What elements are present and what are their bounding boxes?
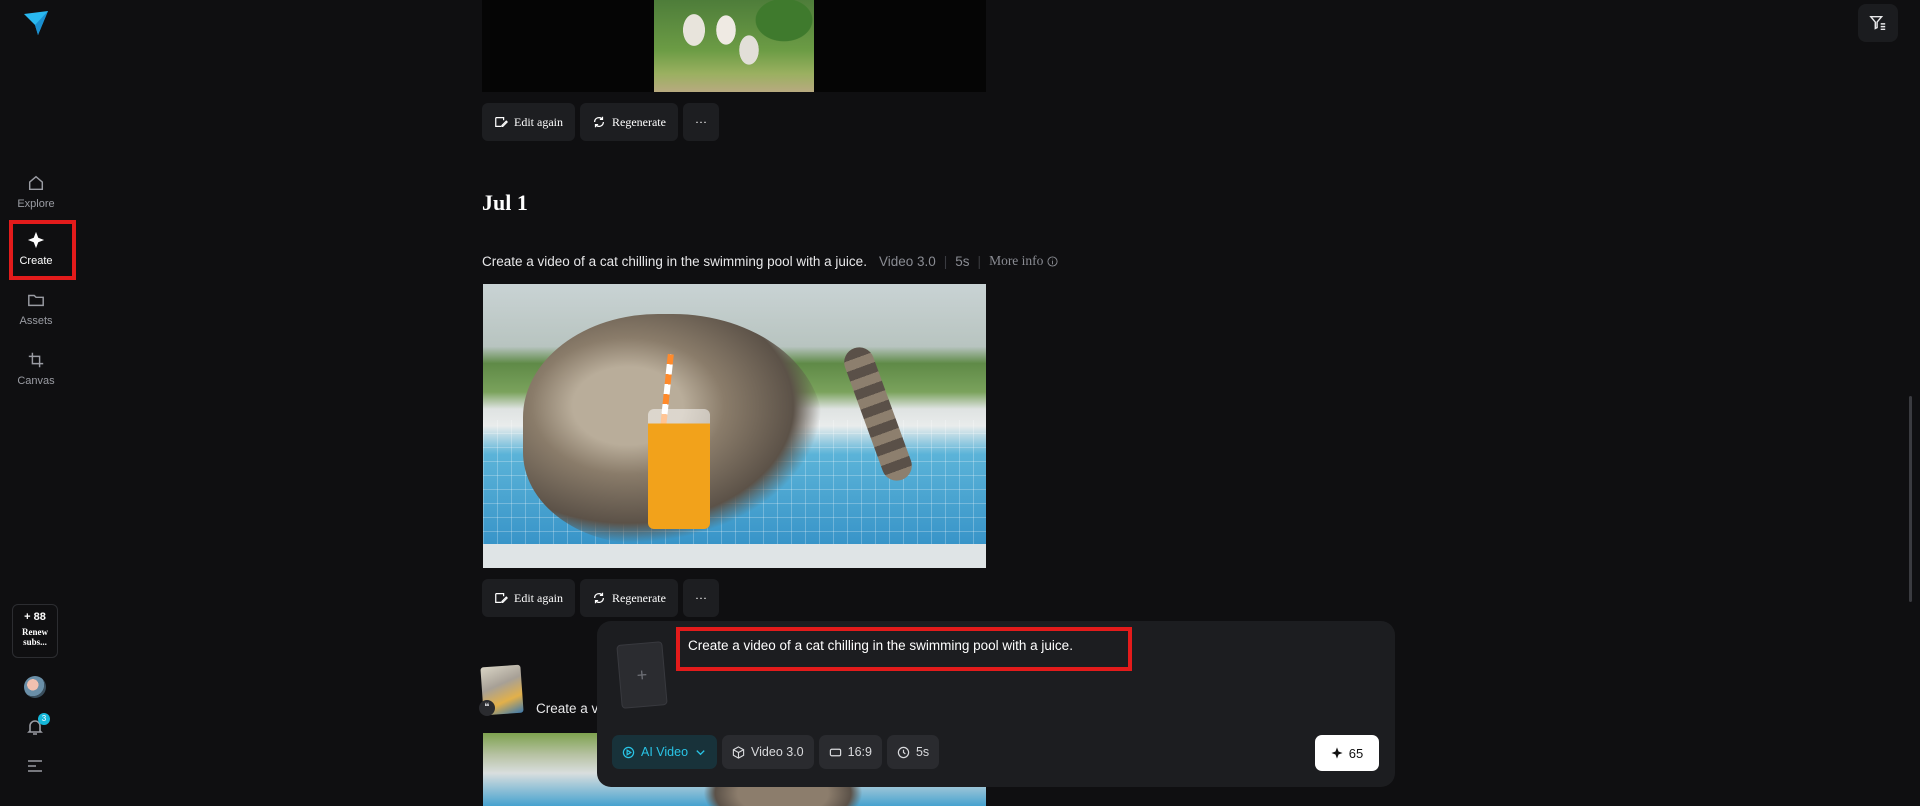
chevron-down-icon bbox=[696, 749, 705, 755]
sidebar-item-explore[interactable]: Explore bbox=[10, 165, 62, 219]
filter-button[interactable] bbox=[1858, 4, 1898, 42]
edit-again-label: Edit again bbox=[514, 590, 563, 605]
sidebar-item-label: Create bbox=[19, 255, 53, 267]
filter-icon bbox=[1869, 15, 1886, 31]
more-info-link[interactable]: More info bbox=[989, 253, 1058, 269]
info-icon bbox=[1047, 255, 1058, 267]
prompt-input[interactable]: Create a video of a cat chilling in the … bbox=[688, 638, 1073, 653]
entry-prompt: Create a v bbox=[536, 701, 599, 716]
crop-icon bbox=[28, 352, 44, 368]
credits-count: + 88 bbox=[24, 611, 46, 623]
regenerate-button[interactable]: Regenerate bbox=[579, 579, 678, 617]
sidebar-item-label: Explore bbox=[17, 198, 55, 210]
upload-image-button[interactable]: + bbox=[616, 641, 668, 709]
generation-options: AI Video Video 3.0 16:9 5s bbox=[612, 735, 940, 769]
duration-label: 5s bbox=[915, 745, 930, 759]
ai-video-icon bbox=[622, 746, 635, 758]
duration-select[interactable]: 5s bbox=[886, 735, 940, 769]
aspect-ratio-select[interactable]: 16:9 bbox=[818, 735, 882, 769]
result-actions: Edit again Regenerate ··· bbox=[482, 103, 719, 141]
notification-badge: 3 bbox=[38, 713, 50, 725]
renew-subscription-label: Renew subs... bbox=[22, 627, 48, 647]
sidebar-item-label: Assets bbox=[19, 315, 53, 327]
sidebar-item-create[interactable]: Create bbox=[10, 222, 62, 276]
entry-duration: 5s bbox=[955, 253, 970, 269]
home-icon bbox=[28, 175, 44, 191]
previous-result-preview[interactable] bbox=[482, 0, 986, 92]
plus-icon: + bbox=[635, 664, 649, 685]
more-info-label: More info bbox=[989, 253, 1044, 268]
result-actions: Edit again Regenerate ··· bbox=[482, 579, 719, 617]
app-logo-icon[interactable] bbox=[21, 8, 51, 38]
sidebar-item-canvas[interactable]: Canvas bbox=[10, 342, 62, 396]
entry-prompt: Create a video of a cat chilling in the … bbox=[482, 253, 867, 269]
aspect-ratio-icon bbox=[829, 748, 841, 756]
divider: | bbox=[977, 253, 982, 269]
more-icon: ··· bbox=[694, 590, 707, 605]
mode-label: AI Video bbox=[641, 745, 689, 759]
edit-again-button[interactable]: Edit again bbox=[482, 579, 575, 617]
regenerate-label: Regenerate bbox=[611, 590, 666, 605]
entry-prompt-line: Create a video of a cat chilling in the … bbox=[482, 253, 1058, 269]
mode-select[interactable]: AI Video bbox=[612, 735, 718, 769]
credits-card[interactable]: + 88 Renew subs... bbox=[12, 604, 58, 658]
sparkle-icon bbox=[27, 231, 45, 249]
quote-icon: ❝ bbox=[479, 700, 495, 716]
sidebar-item-label: Canvas bbox=[17, 375, 55, 387]
model-label: Video 3.0 bbox=[751, 745, 804, 759]
clock-icon bbox=[897, 746, 910, 758]
edit-icon bbox=[495, 593, 508, 603]
result-video-thumbnail[interactable] bbox=[483, 284, 986, 568]
generate-cost: 65 bbox=[1348, 745, 1364, 761]
entry-model: Video 3.0 bbox=[878, 253, 936, 269]
date-heading: Jul 1 bbox=[482, 190, 528, 215]
regenerate-label: Regenerate bbox=[611, 114, 666, 129]
folder-icon bbox=[28, 294, 44, 307]
sparkle-icon bbox=[1331, 747, 1343, 759]
model-select[interactable]: Video 3.0 bbox=[722, 735, 814, 769]
more-options-button[interactable]: ··· bbox=[682, 103, 719, 141]
cube-icon bbox=[732, 745, 745, 759]
edit-again-label: Edit again bbox=[514, 114, 563, 129]
generate-button[interactable]: 65 bbox=[1315, 735, 1379, 771]
divider: | bbox=[943, 253, 948, 269]
menu-icon[interactable] bbox=[26, 759, 44, 773]
prompt-composer: + Create a video of a cat chilling in th… bbox=[597, 621, 1395, 787]
aspect-ratio-label: 16:9 bbox=[847, 745, 872, 759]
sidebar: Explore Create Assets Canvas + 88 Renew … bbox=[0, 0, 76, 806]
more-icon: ··· bbox=[694, 114, 707, 129]
avatar[interactable] bbox=[24, 676, 46, 698]
edit-again-button[interactable]: Edit again bbox=[482, 103, 575, 141]
regenerate-icon bbox=[593, 592, 604, 604]
result-image bbox=[654, 0, 814, 92]
regenerate-icon bbox=[593, 116, 604, 128]
more-options-button[interactable]: ··· bbox=[682, 579, 719, 617]
scrollbar[interactable] bbox=[1909, 396, 1912, 602]
edit-icon bbox=[495, 117, 508, 127]
pool-rim bbox=[483, 544, 986, 568]
sidebar-item-assets[interactable]: Assets bbox=[10, 282, 62, 336]
regenerate-button[interactable]: Regenerate bbox=[579, 103, 678, 141]
juice-glass bbox=[648, 409, 710, 529]
